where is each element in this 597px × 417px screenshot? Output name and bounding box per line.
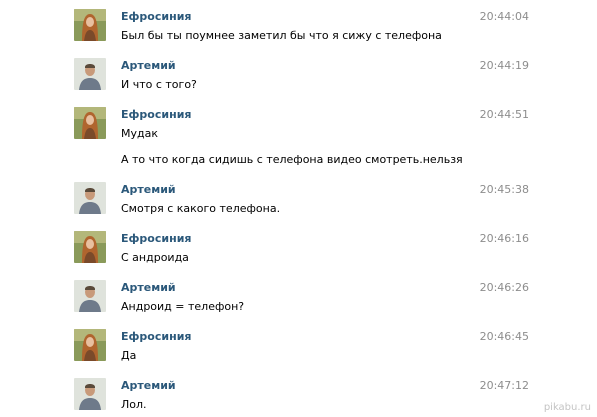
watermark: pikabu.ru — [543, 402, 591, 413]
message-time: 20:44:51 — [479, 108, 529, 121]
author-name[interactable]: Артемий — [121, 379, 176, 392]
message-time: 20:47:12 — [479, 379, 529, 392]
message-text: И что с того? — [121, 78, 197, 91]
author-name[interactable]: Ефросиния — [121, 10, 191, 23]
author-name[interactable]: Артемий — [121, 183, 176, 196]
author-name[interactable]: Артемий — [121, 59, 176, 72]
message-text: С андроида — [121, 251, 189, 264]
male-avatar[interactable] — [74, 280, 106, 312]
male-avatar[interactable] — [74, 182, 106, 214]
author-name[interactable]: Ефросиния — [121, 330, 191, 343]
author-name[interactable]: Ефросиния — [121, 232, 191, 245]
message-text: Мудак — [121, 127, 158, 140]
message-time: 20:46:16 — [479, 232, 529, 245]
message-text: А то что когда сидишь с телефона видео с… — [121, 153, 463, 166]
male-avatar[interactable] — [74, 58, 106, 90]
female-avatar[interactable] — [74, 231, 106, 263]
message-text: Лол. — [121, 398, 147, 411]
message-text: Смотря с какого телефона. — [121, 202, 281, 215]
female-avatar[interactable] — [74, 329, 106, 361]
author-name[interactable]: Артемий — [121, 281, 176, 294]
female-avatar[interactable] — [74, 9, 106, 41]
female-avatar[interactable] — [74, 107, 106, 139]
message-text: Да — [121, 349, 137, 362]
message-time: 20:44:19 — [479, 59, 529, 72]
message-text: Андроид = телефон? — [121, 300, 245, 313]
author-name[interactable]: Ефросиния — [121, 108, 191, 121]
message-time: 20:46:45 — [479, 330, 529, 343]
message-history: Ефросиния 20:44:04 Был бы ты поумнее зам… — [0, 0, 597, 417]
message-time: 20:45:38 — [479, 183, 529, 196]
message-time: 20:46:26 — [479, 281, 529, 294]
message-time: 20:44:04 — [479, 10, 529, 23]
male-avatar[interactable] — [74, 378, 106, 410]
message-text: Был бы ты поумнее заметил бы что я сижу … — [121, 29, 442, 42]
